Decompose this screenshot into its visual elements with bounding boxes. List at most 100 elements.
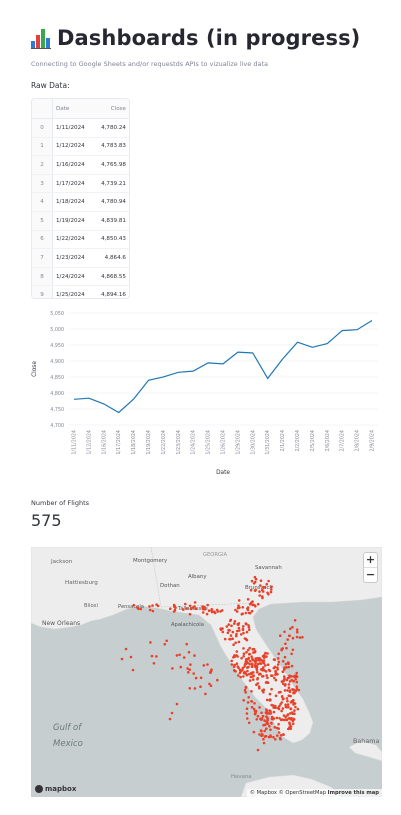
flight-point[interactable]	[246, 701, 250, 704]
flight-point[interactable]	[281, 707, 285, 710]
flight-point[interactable]	[296, 630, 299, 634]
flight-point[interactable]	[261, 714, 265, 718]
flight-point[interactable]	[193, 605, 196, 608]
flight-point[interactable]	[250, 579, 254, 583]
flight-point[interactable]	[233, 669, 236, 672]
flight-point[interactable]	[269, 590, 273, 594]
flight-point[interactable]	[254, 588, 257, 592]
flight-point[interactable]	[241, 612, 244, 615]
flight-point[interactable]	[291, 648, 295, 652]
flight-point[interactable]	[261, 588, 264, 592]
flight-point[interactable]	[246, 648, 250, 652]
flight-point[interactable]	[262, 737, 265, 741]
flight-point[interactable]	[137, 607, 140, 611]
flight-point[interactable]	[250, 705, 254, 709]
flight-point[interactable]	[250, 665, 254, 669]
flight-point[interactable]	[295, 628, 299, 631]
flight-point[interactable]	[288, 726, 291, 729]
flight-point[interactable]	[277, 660, 281, 664]
flight-point[interactable]	[266, 663, 270, 666]
flight-point[interactable]	[155, 655, 158, 658]
flight-point[interactable]	[288, 634, 291, 638]
flight-point[interactable]	[216, 678, 219, 682]
flight-point[interactable]	[172, 610, 176, 613]
flight-point[interactable]	[273, 658, 276, 662]
flight-point[interactable]	[263, 719, 266, 722]
flight-point[interactable]	[282, 678, 286, 682]
flight-point[interactable]	[264, 681, 268, 684]
flight-point[interactable]	[295, 687, 299, 691]
flight-point[interactable]	[279, 634, 282, 637]
flight-point[interactable]	[262, 723, 265, 727]
flight-point[interactable]	[288, 674, 291, 677]
flight-point[interactable]	[260, 730, 263, 733]
flight-point[interactable]	[257, 673, 261, 676]
close-series-line[interactable]	[73, 319, 373, 414]
flight-point[interactable]	[187, 671, 190, 674]
flight-point[interactable]	[256, 656, 259, 660]
flight-point[interactable]	[277, 652, 280, 656]
flight-point[interactable]	[270, 703, 273, 707]
flight-point[interactable]	[293, 709, 296, 712]
flight-point[interactable]	[199, 676, 203, 680]
flight-point[interactable]	[131, 668, 135, 672]
flight-point[interactable]	[250, 671, 254, 674]
flight-point[interactable]	[252, 603, 255, 607]
flight-point[interactable]	[245, 650, 248, 654]
flight-point[interactable]	[283, 668, 286, 671]
flight-point[interactable]	[235, 610, 239, 613]
flight-point[interactable]	[264, 664, 267, 667]
flight-point[interactable]	[259, 579, 263, 582]
flight-point[interactable]	[148, 608, 152, 612]
flight-point[interactable]	[170, 711, 174, 715]
flight-point[interactable]	[178, 653, 181, 657]
flight-point[interactable]	[189, 607, 193, 611]
flight-point[interactable]	[204, 692, 207, 696]
flight-point[interactable]	[289, 707, 293, 711]
flight-point[interactable]	[256, 748, 260, 752]
flight-point[interactable]	[188, 604, 192, 608]
flight-point[interactable]	[209, 669, 213, 673]
flight-point[interactable]	[284, 703, 287, 707]
flight-point[interactable]	[254, 709, 258, 713]
flight-point[interactable]	[284, 662, 288, 666]
flight-point[interactable]	[282, 733, 285, 736]
flight-point[interactable]	[276, 657, 280, 660]
flight-point[interactable]	[262, 585, 265, 589]
flight-point[interactable]	[274, 669, 277, 673]
flight-point[interactable]	[241, 606, 245, 609]
flight-point[interactable]	[274, 673, 277, 676]
flight-point[interactable]	[237, 622, 241, 625]
flight-point[interactable]	[247, 656, 250, 660]
flight-point[interactable]	[256, 676, 259, 680]
flight-point[interactable]	[265, 721, 269, 724]
table-row[interactable]: 4 1/18/2024 4,780.94	[32, 192, 129, 212]
flight-point[interactable]	[273, 676, 276, 680]
flight-point[interactable]	[129, 655, 133, 659]
flight-point[interactable]	[243, 688, 247, 692]
flight-point[interactable]	[295, 675, 299, 678]
flight-point[interactable]	[242, 655, 245, 658]
flight-point[interactable]	[260, 658, 263, 662]
flight-point[interactable]	[213, 611, 217, 615]
flight-point[interactable]	[219, 610, 222, 613]
flight-point[interactable]	[250, 609, 254, 613]
table-row[interactable]: 7 1/23/2024 4,864.6	[32, 248, 129, 268]
flight-point[interactable]	[252, 674, 255, 677]
flight-point[interactable]	[242, 625, 245, 628]
table-row[interactable]: 9 1/25/2024 4,894.16	[32, 285, 129, 298]
flight-point[interactable]	[258, 706, 261, 709]
flight-point[interactable]	[283, 655, 287, 659]
flight-point[interactable]	[262, 661, 266, 665]
flight-point[interactable]	[175, 654, 179, 657]
flight-point[interactable]	[270, 585, 273, 588]
flight-point[interactable]	[236, 665, 239, 668]
flight-point[interactable]	[294, 705, 297, 709]
flight-point[interactable]	[193, 654, 196, 657]
flight-point[interactable]	[237, 599, 241, 602]
flight-point[interactable]	[175, 702, 179, 706]
flight-point[interactable]	[252, 730, 256, 734]
flight-point[interactable]	[187, 650, 191, 654]
flight-point[interactable]	[253, 650, 257, 654]
flight-point[interactable]	[206, 603, 209, 607]
